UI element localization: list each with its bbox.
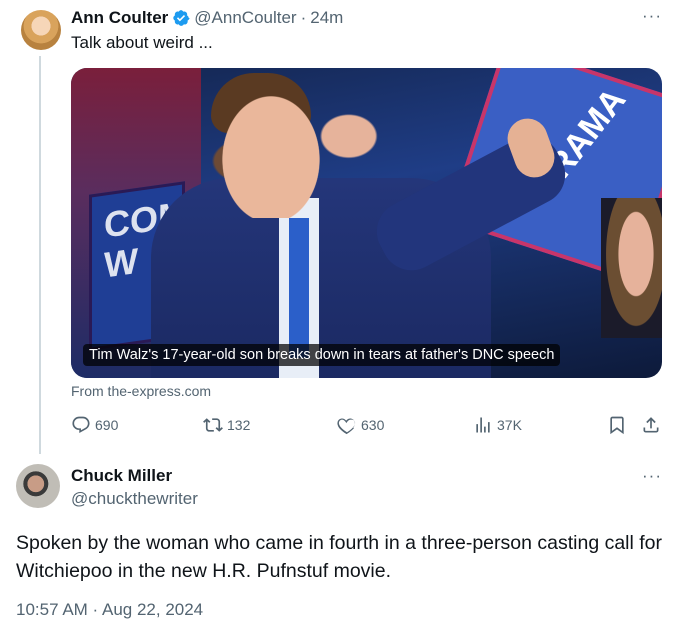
separator-dot: · — [300, 8, 307, 27]
tweet-actions: 690 132 630 37K — [71, 415, 667, 439]
share-icon — [643, 417, 659, 433]
bookmark-icon — [610, 416, 624, 435]
image-figure-face — [216, 88, 326, 218]
display-name[interactable]: Ann Coulter — [71, 8, 168, 28]
share-button[interactable] — [641, 415, 665, 435]
link-card-image[interactable]: COM W RAMA Tim Walz's 17-year-old son br… — [71, 68, 662, 378]
avatar[interactable] — [16, 464, 60, 508]
reply-button[interactable]: 690 — [71, 415, 118, 435]
like-count: 630 — [361, 417, 385, 433]
display-name[interactable]: Chuck Miller — [71, 466, 172, 486]
like-button[interactable]: 630 — [337, 415, 384, 435]
retweet-count: 132 — [227, 417, 251, 433]
retweet-button[interactable]: 132 — [203, 415, 250, 435]
link-source[interactable]: From the-express.com — [71, 383, 211, 399]
timestamp[interactable]: 10:57 AM · Aug 22, 2024 — [16, 600, 203, 620]
reply-text: Spoken by the woman who came in fourth i… — [16, 532, 663, 582]
handle[interactable]: @chuckthewriter — [71, 489, 198, 509]
thread-connector-line — [39, 56, 41, 454]
avatar[interactable] — [21, 10, 61, 50]
reply-icon — [72, 416, 90, 433]
views-count: 37K — [497, 417, 522, 433]
tweet-header: Ann Coulter @AnnCoulter · 24m — [71, 7, 343, 29]
bookmark-button[interactable] — [607, 415, 631, 435]
reply-count: 690 — [95, 417, 119, 433]
retweet-icon — [203, 418, 223, 432]
link-card-caption: Tim Walz's 17-year-old son breaks down i… — [83, 344, 561, 366]
handle[interactable]: @AnnCoulter — [194, 8, 296, 28]
tweet-text: Talk about weird ... — [71, 33, 213, 52]
heart-icon — [337, 418, 356, 435]
image-figure-woman — [601, 198, 662, 338]
more-options-icon[interactable]: ··· — [642, 6, 662, 26]
views-icon — [476, 417, 490, 433]
verified-badge-icon — [172, 9, 190, 27]
image-figure-tie — [289, 218, 309, 358]
views-button[interactable]: 37K — [473, 415, 522, 435]
tweet-time[interactable]: 24m — [310, 8, 343, 28]
more-options-icon[interactable]: ··· — [642, 466, 662, 486]
